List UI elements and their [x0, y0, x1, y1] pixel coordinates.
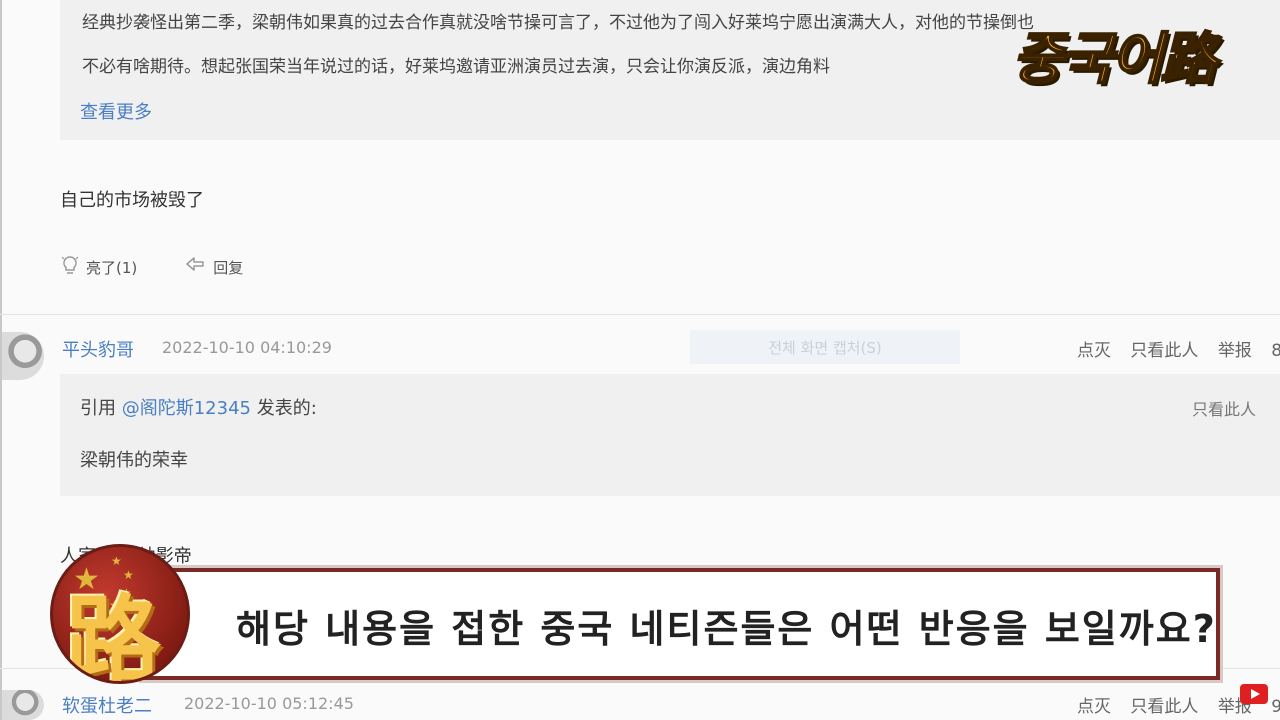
subtitle-text: 해당 내용을 접한 중국 네티즌들은 어떤 반응을 보일까요?: [236, 607, 1217, 651]
report-button[interactable]: 举报: [1218, 341, 1252, 361]
post-header: 平头豹哥 2022-10-10 04:10:29 전체 화면 캡처(S) 点灭 …: [0, 322, 1280, 380]
flag-badge: ★ ★ ★ ★ ★ 路: [50, 544, 190, 684]
quote-line-2: 不必有啥期待。想起张国荣当年说过的话，好莱坞邀请亚洲演员过去演，只会让你演反派，…: [82, 57, 830, 77]
reply-button[interactable]: 回复: [185, 256, 243, 278]
channel-logo: 중국어路: [1011, 26, 1218, 93]
forum-page: 经典抄袭怪出第二季，梁朝伟如果真的过去合作真就没啥节操可言了，不过他为了闯入好莱…: [0, 0, 1280, 720]
quote-line-1: 经典抄袭怪出第二季，梁朝伟如果真的过去合作真就没啥节操可言了，不过他为了闯入好莱…: [82, 13, 1034, 33]
only-this-user-button[interactable]: 只看此人: [1130, 697, 1198, 717]
timestamp: 2022-10-10 05:12:45: [184, 694, 354, 713]
reply-label: 回复: [213, 258, 244, 277]
subtitle-banner: 해당 내용을 접한 중국 네티즌들은 어떤 반응을 보일까요?: [142, 568, 1220, 680]
quoted-reply: 引用 @阁陀斯12345 发表的: 只看此人 梁朝伟的荣幸: [60, 374, 1280, 496]
divider: [0, 314, 1280, 315]
quote-only-this-user[interactable]: 只看此人: [1192, 396, 1256, 420]
view-more-link[interactable]: 查看更多: [80, 98, 152, 124]
floor-number: 9楼: [1271, 697, 1280, 717]
light-off-button[interactable]: 点灭: [1077, 697, 1111, 717]
like-button[interactable]: 亮了(1): [60, 254, 137, 280]
capture-tooltip: 전체 화면 캡처(S): [690, 330, 960, 364]
quote-body: 梁朝伟的荣幸: [80, 450, 188, 471]
quote-reference: 引用 @阁陀斯12345 发表的:: [80, 394, 317, 420]
username[interactable]: 软蛋杜老二: [62, 692, 152, 718]
comment-actions: 亮了(1) 回复: [60, 254, 291, 280]
post-ops: 点灭 只看此人 举报 8楼: [1077, 336, 1280, 361]
light-off-button[interactable]: 点灭: [1077, 341, 1111, 361]
username[interactable]: 平头豹哥: [62, 336, 134, 362]
quote-prefix: 引用: [80, 398, 116, 419]
only-this-user-button[interactable]: 只看此人: [1130, 341, 1198, 361]
flag-character: 路: [65, 585, 161, 684]
youtube-icon[interactable]: [1240, 684, 1268, 704]
quote-suffix: 发表的:: [256, 398, 317, 419]
bulb-icon: [60, 254, 86, 280]
quoted-user-link[interactable]: @阁陀斯12345: [122, 398, 251, 419]
comment-body: 自己的市场被毁了: [60, 190, 204, 211]
avatar[interactable]: [2, 690, 44, 720]
post-header-2: 软蛋杜老二 2022-10-10 05:12:45 点灭 只看此人 举报 9楼: [0, 676, 1280, 720]
avatar[interactable]: [2, 332, 44, 380]
timestamp: 2022-10-10 04:10:29: [162, 338, 332, 357]
floor-number: 8楼: [1271, 341, 1280, 361]
reply-arrow-icon: [185, 256, 213, 278]
like-label: 亮了(1): [86, 258, 138, 277]
